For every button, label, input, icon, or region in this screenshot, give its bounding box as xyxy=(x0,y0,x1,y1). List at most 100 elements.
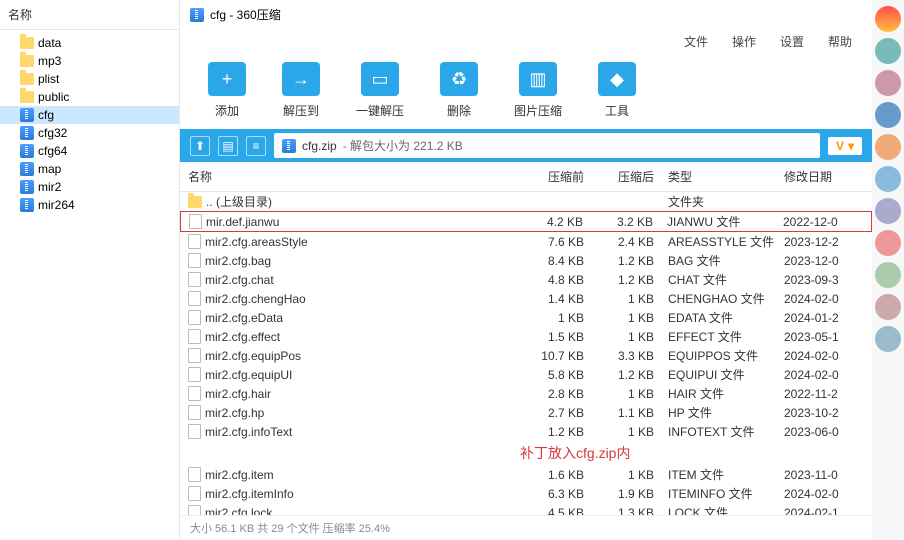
file-name: mir2.cfg.eData xyxy=(205,311,283,325)
tool-工具[interactable]: ◆工具 xyxy=(598,62,636,119)
avatar[interactable] xyxy=(875,262,901,288)
file-row[interactable]: mir2.cfg.chat4.8 KB1.2 KBCHAT 文件2023-09-… xyxy=(180,270,872,289)
file-row[interactable]: mir2.cfg.itemInfo6.3 KB1.9 KBITEMINFO 文件… xyxy=(180,484,872,503)
file-icon xyxy=(188,367,201,382)
file-name: mir2.cfg.effect xyxy=(205,330,280,344)
file-row[interactable]: mir2.cfg.hp2.7 KB1.1 KBHP 文件2023-10-2 xyxy=(180,403,872,422)
tool-图片压缩[interactable]: ▥图片压缩 xyxy=(514,62,562,119)
menu-帮助[interactable]: 帮助 xyxy=(828,33,852,50)
tree-header: 名称 xyxy=(0,0,179,30)
file-name: mir2.cfg.bag xyxy=(205,254,271,268)
menu-设置[interactable]: 设置 xyxy=(780,33,804,50)
tree-item-public[interactable]: public xyxy=(0,88,179,106)
tree-item-map[interactable]: map xyxy=(0,160,179,178)
file-row[interactable]: mir2.cfg.chengHao1.4 KB1 KBCHENGHAO 文件20… xyxy=(180,289,872,308)
tool-label: 删除 xyxy=(447,102,471,119)
avatar[interactable] xyxy=(875,326,901,352)
file-row[interactable]: mir2.cfg.hair2.8 KB1 KBHAIR 文件2022-11-2 xyxy=(180,384,872,403)
file-name: mir.def.jianwu xyxy=(206,215,279,229)
menu-操作[interactable]: 操作 xyxy=(732,33,756,50)
menu-文件[interactable]: 文件 xyxy=(684,33,708,50)
file-icon xyxy=(189,214,202,229)
archive-window: cfg - 360压缩 文件 操作 设置 帮助 +添加 →解压到 ▭一键解压 ♻ 删除 ▥图片压… xyxy=(180,0,872,540)
tool-label: 一键解压 xyxy=(356,102,404,119)
file-name: mir2.cfg.chat xyxy=(205,273,274,287)
tree-item-data[interactable]: data xyxy=(0,34,179,52)
avatar[interactable] xyxy=(875,198,901,224)
file-icon xyxy=(188,486,201,501)
tree-item-mir264[interactable]: mir264 xyxy=(0,196,179,214)
vip-badge[interactable]: V▾ xyxy=(828,137,862,155)
tool-icon: ♻ xyxy=(440,62,478,96)
file-icon xyxy=(188,272,201,287)
col-size-before[interactable]: 压缩前 xyxy=(504,168,584,185)
folder-tree: data mp3 plistpubliccfgcfg32cfg64mapmir2mi… xyxy=(0,30,179,218)
tree-item-label: mp3 xyxy=(38,54,61,68)
zip-icon xyxy=(20,162,34,176)
file-row[interactable]: mir2.cfg.effect1.5 KB1 KBEFFECT 文件2023-0… xyxy=(180,327,872,346)
file-name: mir2.cfg.hp xyxy=(205,406,264,420)
file-row[interactable]: mir2.cfg.areasStyle7.6 KB2.4 KBAREASSTYL… xyxy=(180,232,872,251)
archive-icon xyxy=(282,139,296,153)
tree-item-mir2[interactable]: mir2 xyxy=(0,178,179,196)
tree-item-cfg64[interactable]: cfg64 xyxy=(0,142,179,160)
file-row[interactable]: .. (上级目录)文件夹 xyxy=(180,192,872,211)
window-title: cfg - 360压缩 xyxy=(210,6,281,23)
col-name[interactable]: 名称 xyxy=(188,168,504,185)
file-icon xyxy=(188,348,201,363)
tool-label: 图片压缩 xyxy=(514,102,562,119)
tree-item-mp3[interactable]: mp3 xyxy=(0,52,179,70)
file-row[interactable]: mir2.cfg.bag8.4 KB1.2 KBBAG 文件2023-12-0 xyxy=(180,251,872,270)
avatar[interactable] xyxy=(875,102,901,128)
avatar[interactable] xyxy=(875,134,901,160)
nav-up-button[interactable]: ⬆ xyxy=(190,136,210,156)
file-name: mir2.cfg.hair xyxy=(205,387,271,401)
file-row[interactable]: mir2.cfg.lock4.5 KB1.3 KBLOCK 文件2024-02-… xyxy=(180,503,872,515)
avatar[interactable] xyxy=(875,166,901,192)
col-type[interactable]: 类型 xyxy=(654,168,784,185)
file-row[interactable]: mir2.cfg.item1.6 KB1 KBITEM 文件2023-11-0 xyxy=(180,465,872,484)
tool-添加[interactable]: +添加 xyxy=(208,62,246,119)
folder-icon xyxy=(20,73,34,85)
archive-name: cfg.zip xyxy=(302,139,337,153)
file-row[interactable]: mir2.cfg.infoText1.2 KB1 KBINFOTEXT 文件20… xyxy=(180,422,872,441)
folder-tree-panel: 名称 datamp3plistpubliccfgcfg32cfg64mapmir… xyxy=(0,0,180,540)
tree-item-plist[interactable]: plist xyxy=(0,70,179,88)
tool-一键解压[interactable]: ▭一键解压 xyxy=(356,62,404,119)
avatar[interactable] xyxy=(875,230,901,256)
file-row[interactable]: mir.def.jianwu4.2 KB3.2 KBJIANWU 文件2022-… xyxy=(180,211,872,232)
col-date[interactable]: 修改日期 xyxy=(784,168,864,185)
file-name: mir2.cfg.chengHao xyxy=(205,292,306,306)
view-list-button[interactable]: ▤ xyxy=(218,136,238,156)
archive-size-info: - 解包大小为 221.2 KB xyxy=(343,137,463,154)
tree-item-cfg32[interactable]: cfg32 xyxy=(0,124,179,142)
file-row[interactable]: mir2.cfg.equipUI5.8 KB1.2 KBEQUIPUI 文件20… xyxy=(180,365,872,384)
tool-label: 添加 xyxy=(215,102,239,119)
file-row[interactable]: mir2.cfg.eData1 KB1 KBEDATA 文件2024-01-2 xyxy=(180,308,872,327)
file-row[interactable]: mir2.cfg.equipPos10.7 KB3.3 KBEQUIPPOS 文… xyxy=(180,346,872,365)
zip-icon xyxy=(20,198,34,212)
chevron-down-icon: ▾ xyxy=(848,139,854,153)
tool-解压到[interactable]: →解压到 xyxy=(282,62,320,119)
path-input[interactable]: cfg.zip - 解包大小为 221.2 KB xyxy=(274,133,820,158)
view-detail-button[interactable]: ≡ xyxy=(246,136,266,156)
tool-删除[interactable]: ♻ 删除 xyxy=(440,62,478,119)
avatar[interactable] xyxy=(875,38,901,64)
avatar[interactable] xyxy=(875,6,901,32)
avatar[interactable] xyxy=(875,294,901,320)
tool-icon: → xyxy=(282,62,320,96)
file-name: mir2.cfg.itemInfo xyxy=(205,487,294,501)
file-icon xyxy=(188,467,201,482)
tool-icon: ◆ xyxy=(598,62,636,96)
zip-icon xyxy=(20,126,34,140)
zip-icon xyxy=(20,144,34,158)
col-size-after[interactable]: 压缩后 xyxy=(584,168,654,185)
tree-item-cfg[interactable]: cfg xyxy=(0,106,179,124)
file-icon xyxy=(188,310,201,325)
folder-icon xyxy=(20,37,34,49)
annotation-text: 补丁放入cfg.zip内 xyxy=(180,441,872,465)
avatar[interactable] xyxy=(875,70,901,96)
folder-icon xyxy=(20,55,34,67)
column-headers: 名称 压缩前 压缩后 类型 修改日期 xyxy=(180,162,872,192)
file-icon xyxy=(188,405,201,420)
